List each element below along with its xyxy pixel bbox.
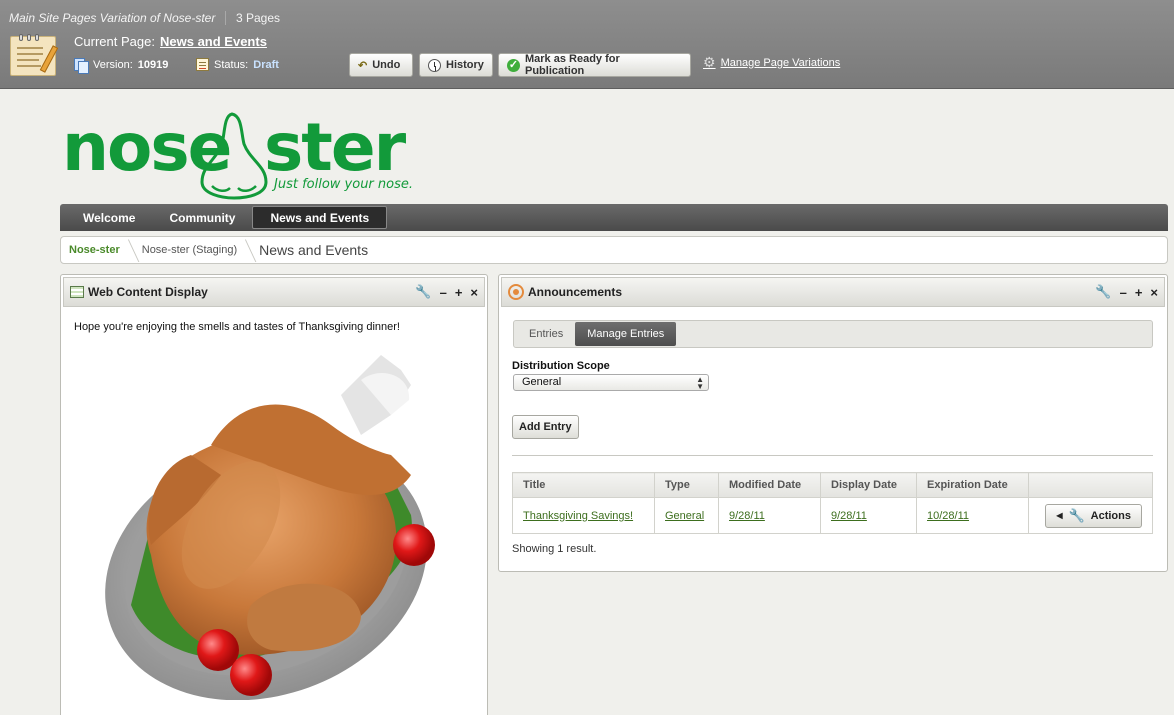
- pages-count[interactable]: 3 Pages: [225, 11, 280, 25]
- status-label: Status:: [214, 58, 249, 71]
- column-header-actions: [1028, 472, 1153, 498]
- status-value: Draft: [253, 58, 279, 71]
- nav-item-news-and-events[interactable]: News and Events: [252, 206, 388, 229]
- maximize-icon[interactable]: +: [1135, 285, 1143, 300]
- version-label: Version:: [93, 59, 133, 71]
- version-icon: [74, 58, 89, 74]
- history-button[interactable]: History: [419, 53, 493, 77]
- nav-item-community[interactable]: Community: [152, 206, 252, 229]
- nav-item-welcome[interactable]: Welcome: [66, 206, 152, 229]
- entry-display-date-link[interactable]: 9/28/11: [831, 510, 867, 522]
- version-info: Version: 10919: [74, 58, 169, 74]
- table-row: Thanksgiving Savings! General 9/28/11 9/…: [512, 497, 1153, 534]
- logo-tagline: Just follow your nose.: [271, 177, 413, 192]
- maximize-icon[interactable]: +: [455, 285, 463, 300]
- portlet-tools: 🔧 – + ×: [415, 284, 478, 300]
- actions-label: Actions: [1090, 509, 1131, 522]
- staging-bar: Main Site Pages Variation of Nose-ster 3…: [0, 0, 1174, 89]
- caret-left-icon: ◀: [1056, 511, 1063, 520]
- variation-title: Main Site Pages Variation of Nose-ster: [9, 11, 216, 25]
- site-logo[interactable]: nose ster Just follow your nose.: [62, 102, 422, 202]
- undo-icon: ↶: [358, 59, 368, 72]
- divider: [512, 455, 1153, 456]
- web-content-display-portlet: Web Content Display 🔧 – + × Hope you're …: [60, 274, 488, 715]
- result-count: Showing 1 result.: [512, 543, 597, 555]
- announcements-portlet: Announcements 🔧 – + × Entries Manage Ent…: [498, 274, 1168, 572]
- version-value: 10919: [137, 59, 169, 71]
- web-content-text: Hope you're enjoying the smells and tast…: [74, 321, 400, 333]
- nose-ster-logo: nose ster Just follow your nose.: [62, 109, 413, 200]
- announcements-icon: [508, 284, 524, 300]
- check-icon: ✓: [507, 58, 520, 72]
- breadcrumb-item-current: News and Events: [259, 242, 369, 258]
- entries-table: Title Type Modified Date Display Date Ex…: [512, 472, 1153, 534]
- web-content-icon: [70, 286, 84, 298]
- tab-entries[interactable]: Entries: [517, 322, 575, 346]
- distribution-scope-value: General: [522, 376, 562, 388]
- breadcrumb: Nose-ster Nose-ster (Staging) News and E…: [60, 236, 1168, 264]
- clock-icon: [428, 58, 441, 72]
- main-navigation: Welcome Community News and Events: [60, 204, 1168, 231]
- portlet-tools: 🔧 – + ×: [1095, 284, 1158, 300]
- entry-modified-date-link[interactable]: 9/28/11: [729, 510, 765, 522]
- manage-page-variations-link[interactable]: ⚙ Manage Page Variations: [703, 54, 840, 71]
- manage-variations-label: Manage Page Variations: [720, 56, 841, 69]
- column-header-expiration-date[interactable]: Expiration Date: [916, 472, 1029, 498]
- turkey-image: [105, 355, 435, 700]
- logo-text-right: ster: [264, 109, 407, 186]
- mark-ready-button[interactable]: ✓ Mark as Ready for Publication: [498, 53, 691, 77]
- select-arrows-icon: ▲ ▼: [696, 375, 704, 391]
- breadcrumb-item-staging[interactable]: Nose-ster (Staging): [134, 237, 251, 263]
- column-header-title[interactable]: Title: [512, 472, 655, 498]
- history-label: History: [446, 59, 484, 71]
- actions-button[interactable]: ◀ 🔧 Actions: [1045, 503, 1142, 528]
- entry-type-link[interactable]: General: [665, 510, 704, 522]
- close-icon[interactable]: ×: [1150, 285, 1158, 300]
- undo-label: Undo: [372, 59, 401, 71]
- status-icon: [196, 58, 209, 71]
- portlet-header: Announcements 🔧 – + ×: [501, 277, 1165, 307]
- column-header-display-date[interactable]: Display Date: [820, 472, 917, 498]
- wrench-icon: 🔧: [1068, 507, 1085, 523]
- minimize-icon[interactable]: –: [440, 285, 447, 300]
- current-page-link[interactable]: News and Events: [160, 34, 267, 49]
- wrench-icon[interactable]: 🔧: [415, 284, 431, 300]
- column-header-modified-date[interactable]: Modified Date: [718, 472, 821, 498]
- distribution-scope-label: Distribution Scope: [512, 360, 610, 372]
- status-info: Status: Draft: [196, 58, 279, 71]
- current-page-label: Current Page:: [74, 34, 155, 49]
- close-icon[interactable]: ×: [470, 285, 478, 300]
- logo-text-left: nose: [62, 109, 230, 186]
- portlet-header: Web Content Display 🔧 – + ×: [63, 277, 485, 307]
- tab-manage-entries[interactable]: Manage Entries: [575, 322, 677, 346]
- announcements-tabs: Entries Manage Entries: [513, 320, 1153, 348]
- entry-title-link[interactable]: Thanksgiving Savings!: [523, 510, 633, 522]
- minimize-icon[interactable]: –: [1120, 285, 1127, 300]
- column-header-type[interactable]: Type: [654, 472, 719, 498]
- entry-expiration-date-link[interactable]: 10/28/11: [927, 510, 969, 522]
- gear-icon: ⚙: [703, 54, 716, 70]
- undo-button[interactable]: ↶ Undo: [349, 53, 413, 77]
- portlet-title: Announcements: [528, 285, 623, 299]
- portlet-title: Web Content Display: [88, 285, 208, 299]
- add-entry-button[interactable]: Add Entry: [512, 415, 579, 439]
- breadcrumb-item-site[interactable]: Nose-ster: [61, 237, 134, 263]
- distribution-scope-select[interactable]: General ▲ ▼: [513, 374, 709, 391]
- mark-ready-label: Mark as Ready for Publication: [524, 53, 620, 77]
- page-icon: [10, 34, 59, 76]
- wrench-icon[interactable]: 🔧: [1095, 284, 1111, 300]
